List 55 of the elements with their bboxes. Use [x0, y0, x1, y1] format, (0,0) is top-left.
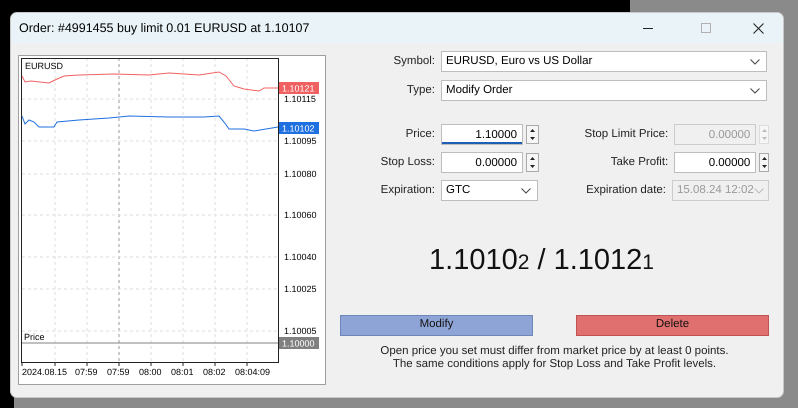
chevron-down-icon: [754, 188, 764, 194]
chevron-down-icon: [750, 58, 760, 64]
time-axis-label: 08:01: [171, 367, 194, 377]
close-icon: [752, 22, 764, 34]
hint-text: Open price you set must differ from market price by at least 0 points.: [380, 344, 729, 358]
spin-buttons[interactable]: [526, 125, 539, 144]
spin-buttons[interactable]: [759, 153, 769, 172]
type-dropdown[interactable]: Modify Order: [441, 80, 767, 101]
arrow-up-icon: [762, 128, 767, 132]
price-tag: 1.10000: [279, 337, 319, 349]
chevron-down-icon: [750, 88, 760, 94]
arrow-up-icon: [530, 156, 535, 160]
chevron-down-icon: [521, 188, 531, 194]
dropdown[interactable]: GTC: [441, 180, 538, 201]
modify-button[interactable]: Modify: [340, 314, 533, 336]
arrow-down-icon: [530, 137, 535, 140]
field-label: Stop Limit Price:: [584, 126, 670, 142]
field-label: Stop Loss:: [380, 154, 436, 170]
price-tag: 1.10102: [279, 122, 319, 134]
time-axis-label: 08:00: [139, 367, 162, 377]
price-axis-label: 1.10115: [284, 94, 316, 104]
price-axis-label: 1.10005: [284, 326, 317, 336]
field-label: Expiration date:: [585, 182, 667, 198]
arrow-down-icon: [762, 165, 767, 168]
field-label: Price:: [404, 126, 436, 142]
time-axis-label: 08:02: [203, 367, 226, 377]
time-axis-label: 07:59: [75, 367, 98, 377]
symbol-dropdown[interactable]: EURUSD, Euro vs US Dollar: [441, 51, 767, 72]
arrow-up-icon: [762, 156, 767, 160]
field-label: Expiration:: [380, 182, 436, 198]
delete-button[interactable]: Delete: [576, 314, 769, 336]
time-axis-label: 08:04:09: [235, 367, 270, 377]
field-label: Take Profit:: [610, 154, 670, 170]
symbol-label: EURUSD: [25, 61, 64, 71]
field-label: Symbol:: [392, 54, 436, 69]
number-field[interactable]: 0.00000: [441, 152, 523, 173]
number-field[interactable]: 0.00000: [674, 152, 756, 173]
price-axis-label: 1.10095: [284, 136, 317, 146]
price-tag: 1.10121: [279, 82, 319, 94]
arrow-down-icon: [530, 165, 535, 168]
maximize-icon: [701, 23, 711, 33]
window-title: Order: #4991455 buy limit 0.01 EURUSD at 1.10107: [19, 20, 310, 37]
field-label: Type:: [406, 82, 436, 98]
price-axis-label: 1.10040: [284, 252, 317, 262]
price-line-label: Price: [24, 332, 45, 342]
arrow-up-icon: [530, 128, 535, 132]
spin-buttons[interactable]: [526, 153, 539, 172]
number-field[interactable]: 1.10000: [441, 124, 523, 145]
time-axis-label: 2024.08.15: [22, 367, 68, 377]
arrow-down-icon: [762, 137, 767, 140]
time-axis-label: 07:59: [107, 367, 130, 377]
price-axis-label: 1.10060: [284, 210, 317, 220]
price-axis-label: 1.10080: [284, 169, 317, 179]
price-axis-label: 1.10025: [284, 284, 317, 294]
hint-text: The same conditions apply for Stop Loss and Take Profit levels.: [392, 358, 716, 370]
